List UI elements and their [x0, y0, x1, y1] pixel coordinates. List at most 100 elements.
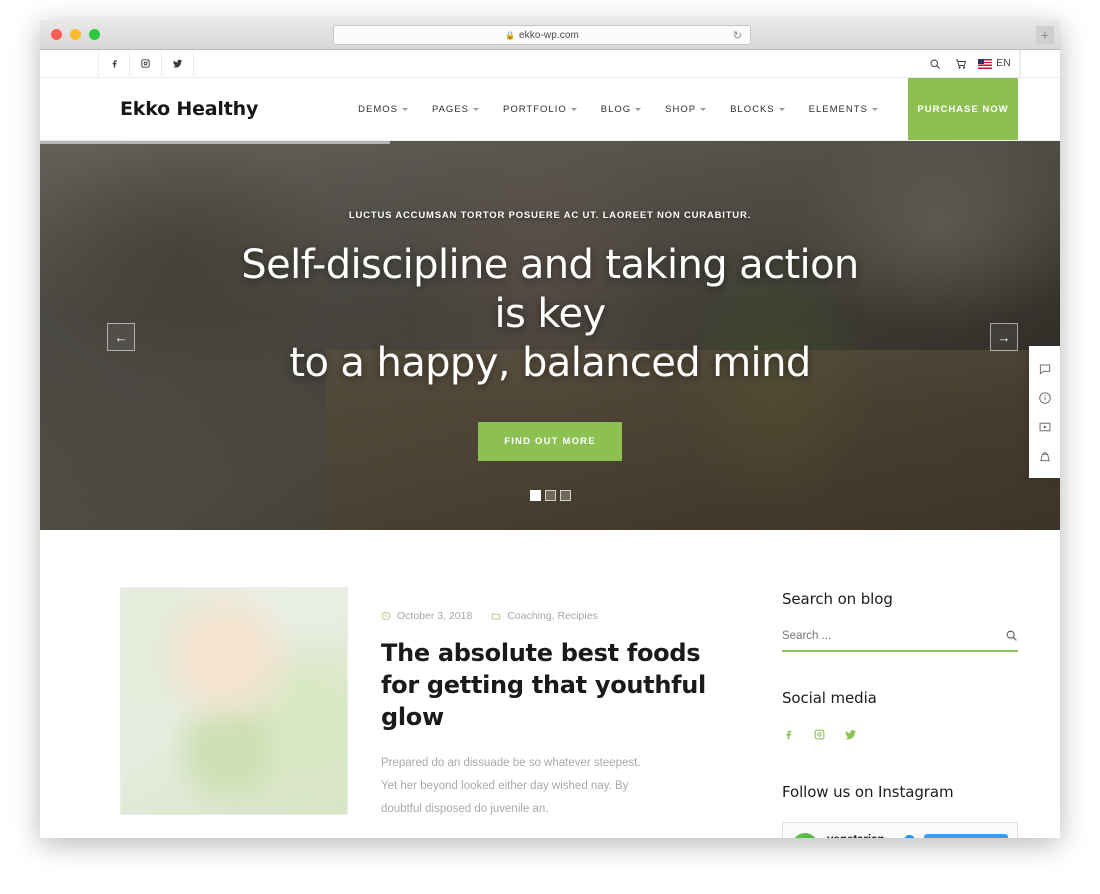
search-submit-button[interactable]	[1005, 629, 1018, 642]
site-topbar: EN	[40, 50, 1060, 78]
nav-item-portfolio[interactable]: PORTFOLIO	[503, 104, 577, 115]
post-date: October 3, 2018	[381, 610, 472, 622]
twitter-icon	[172, 59, 183, 68]
topbar-social-links	[40, 50, 194, 77]
browser-titlebar: 🔒 ekko-wp.com ↻ +	[40, 20, 1060, 50]
site-header: Ekko Healthy DEMOS PAGES PORTFOLIO BLOG	[40, 78, 1060, 141]
social-widget-title: Social media	[782, 689, 877, 707]
window-controls[interactable]	[51, 29, 100, 40]
topbar-tools: EN	[922, 50, 1060, 77]
side-panel-chat-button[interactable]	[1029, 354, 1060, 383]
minimize-window-button[interactable]	[70, 29, 81, 40]
topbar-facebook-link[interactable]	[98, 50, 130, 77]
slider-dot-3[interactable]	[559, 490, 571, 501]
sidebar-instagram-link[interactable]	[813, 728, 826, 746]
topbar-search-button[interactable]	[922, 50, 948, 77]
slider-next-arrow[interactable]: →	[990, 323, 1018, 351]
social-media-widget: Social media	[782, 689, 1018, 746]
instagram-widget-title: Follow us on Instagram	[782, 783, 954, 801]
slider-dot-1[interactable]	[529, 490, 541, 501]
nav-item-blog[interactable]: BLOG	[600, 103, 642, 115]
search-icon	[930, 59, 941, 69]
reload-icon[interactable]: ↻	[733, 29, 742, 43]
hero-eyebrow: LUCTUS ACCUMSAN TORTOR POSUERE AC UT. LA…	[348, 210, 752, 222]
social-links-row	[782, 728, 1018, 746]
nav-label: BLOCKS	[730, 103, 775, 115]
nav-label: ELEMENTS	[808, 103, 868, 115]
topbar-twitter-link[interactable]	[162, 50, 194, 77]
search-field-row[interactable]	[782, 629, 1018, 652]
chat-bubble-icon	[1039, 363, 1050, 375]
nav-item-elements[interactable]: ELEMENTS	[809, 104, 878, 115]
side-panel-bag-button[interactable]	[1029, 441, 1060, 470]
nav-label: DEMOS	[358, 103, 398, 115]
chevron-down-icon	[570, 107, 577, 111]
topbar-instagram-link[interactable]	[130, 50, 162, 77]
floating-side-panel	[1029, 346, 1060, 478]
nav-label: PAGES	[431, 103, 469, 115]
instagram-account-name[interactable]: vegetariantime...	[827, 834, 899, 838]
hero-title: Self-discipline and taking action is key…	[240, 241, 860, 387]
facebook-icon	[786, 730, 792, 740]
verified-badge-icon: ✓	[903, 834, 915, 838]
instagram-icon	[141, 59, 150, 68]
search-input[interactable]	[782, 629, 1005, 642]
side-panel-info-button[interactable]	[1029, 383, 1060, 412]
purchase-now-button[interactable]: PURCHASE NOW	[908, 78, 1018, 140]
close-window-button[interactable]	[51, 29, 62, 40]
language-switcher[interactable]: EN	[974, 50, 1020, 77]
side-panel-video-button[interactable]	[1029, 412, 1060, 441]
sidebar-twitter-link[interactable]	[844, 728, 857, 746]
chevron-down-icon	[871, 107, 878, 111]
view-profile-button[interactable]: View Profile	[923, 834, 1008, 838]
instagram-account-info: vegetariantime... ✓ 105.9k followers	[827, 834, 915, 838]
main-content: October 3, 2018 Coaching, Recipies The a…	[40, 530, 1060, 838]
info-circle-icon	[1038, 391, 1051, 404]
sidebar-facebook-link[interactable]	[782, 728, 795, 746]
nav-item-pages[interactable]: PAGES	[432, 104, 479, 115]
slider-prev-arrow[interactable]: ←	[107, 323, 135, 351]
post-thumbnail[interactable]	[120, 587, 348, 815]
chevron-down-icon	[700, 107, 707, 111]
folder-icon	[492, 613, 501, 620]
post-excerpt: Prepared do an dissuade be so whatever s…	[381, 756, 641, 815]
twitter-icon	[845, 730, 856, 740]
us-flag-icon	[978, 58, 993, 69]
page-viewport: EN Ekko Healthy DEMOS PAGES PORTFOLIO BL…	[40, 50, 1060, 838]
address-bar[interactable]: 🔒 ekko-wp.com ↻	[333, 25, 751, 45]
chevron-down-icon	[401, 107, 408, 111]
lock-icon: 🔒	[505, 30, 515, 40]
video-play-icon	[1039, 422, 1050, 431]
browser-window: 🔒 ekko-wp.com ↻ + EN Ekko Healthy DEMOS …	[40, 20, 1060, 838]
site-logo[interactable]: Ekko Healthy	[120, 78, 258, 140]
slider-dot-2[interactable]	[544, 490, 556, 501]
search-widget-title: Search on blog	[782, 590, 893, 608]
hero-slider: LUCTUS ACCUMSAN TORTOR POSUERE AC UT. LA…	[40, 141, 1060, 530]
chevron-down-icon	[778, 107, 785, 111]
instagram-embed-card: vt vegetariantime... ✓ 105.9k followers …	[782, 822, 1018, 838]
maximize-window-button[interactable]	[89, 29, 100, 40]
language-label: EN	[996, 58, 1011, 69]
nav-item-shop[interactable]: SHOP	[665, 103, 707, 115]
facebook-icon	[112, 60, 117, 68]
hero-title-line-1: Self-discipline and taking action is key	[241, 242, 859, 338]
avatar: vt	[792, 833, 818, 838]
post-categories[interactable]: Coaching, Recipies	[491, 610, 598, 622]
nav-item-demos[interactable]: DEMOS	[358, 104, 408, 115]
search-widget: Search on blog	[782, 590, 1018, 652]
nav-label: BLOG	[600, 103, 632, 115]
topbar-right-pad	[1020, 50, 1060, 77]
hero-content: LUCTUS ACCUMSAN TORTOR POSUERE AC UT. LA…	[40, 141, 1060, 530]
nav-item-blocks[interactable]: BLOCKS	[730, 104, 785, 115]
slider-pagination	[40, 490, 1060, 501]
nav-label: SHOP	[665, 103, 697, 115]
new-tab-button[interactable]: +	[1036, 26, 1054, 44]
instagram-icon	[814, 729, 825, 740]
post-date-text: October 3, 2018	[397, 610, 473, 622]
clock-icon	[381, 611, 391, 621]
post-body: October 3, 2018 Coaching, Recipies The a…	[381, 587, 744, 838]
find-out-more-button[interactable]: FIND OUT MORE	[478, 421, 622, 461]
nav-label: PORTFOLIO	[503, 103, 567, 115]
post-title[interactable]: The absolute best foods for getting that…	[381, 638, 744, 734]
topbar-cart-button[interactable]	[948, 50, 974, 77]
